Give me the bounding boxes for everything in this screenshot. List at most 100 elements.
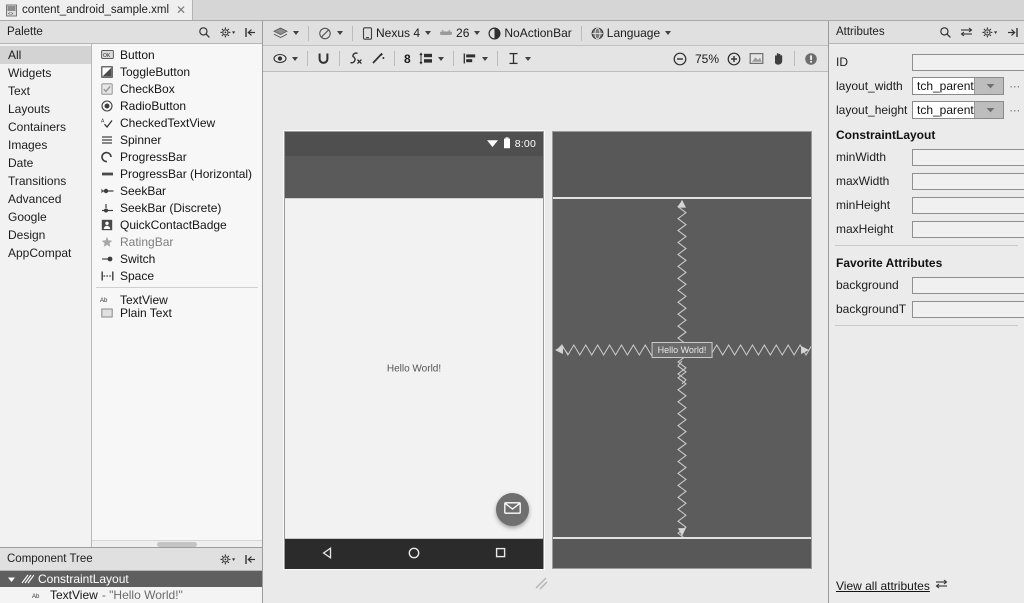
palette-item-switch[interactable]: Switch xyxy=(92,250,262,267)
gear-icon[interactable] xyxy=(219,26,236,39)
palette-item-list[interactable]: OK Button ToggleButton xyxy=(92,44,262,547)
left-panel: Palette All Widgets xyxy=(0,21,263,603)
collapse-panel-icon[interactable] xyxy=(244,26,257,39)
hand-icon[interactable] xyxy=(768,49,789,69)
palette-category-transitions[interactable]: Transitions xyxy=(0,172,91,190)
chevron-down-icon[interactable] xyxy=(974,102,1003,118)
search-icon[interactable] xyxy=(198,26,211,39)
warning-icon[interactable] xyxy=(800,49,822,69)
component-tree-header: Component Tree xyxy=(0,548,262,571)
tree-node-textview[interactable]: Ab TextView - "Hello World!" xyxy=(0,587,262,603)
default-margin-button[interactable]: 8 xyxy=(400,49,415,69)
palette-category-date[interactable]: Date xyxy=(0,154,91,172)
svg-text:<>: <> xyxy=(8,11,14,16)
minheight-field[interactable] xyxy=(912,197,1024,214)
tree-node-constraintlayout[interactable]: ConstraintLayout xyxy=(0,571,262,587)
palette-item-plaintext[interactable]: Plain Text xyxy=(92,308,262,318)
clear-constraints-button[interactable] xyxy=(345,49,367,69)
zoom-fit-button[interactable] xyxy=(745,49,768,69)
layout-height-combo[interactable]: tch_parent xyxy=(912,101,1004,119)
minwidth-field[interactable] xyxy=(912,149,1024,166)
canvas-resize-handle[interactable] xyxy=(533,575,549,591)
design-mode-button[interactable] xyxy=(269,23,303,43)
search-icon[interactable] xyxy=(939,26,952,39)
more-options-icon[interactable]: ⋯ xyxy=(1008,104,1022,117)
api-level-button[interactable]: 26 xyxy=(435,23,484,43)
palette-item-textview[interactable]: Ab TextView xyxy=(92,291,262,308)
palette-item-button[interactable]: OK Button xyxy=(92,46,262,63)
nav-back-button[interactable] xyxy=(321,546,335,563)
palette-item-togglebutton[interactable]: ToggleButton xyxy=(92,63,262,80)
palette-category-layouts[interactable]: Layouts xyxy=(0,100,91,118)
palette-category-all[interactable]: All xyxy=(0,46,91,64)
palette-item-progressbar-horizontal[interactable]: ProgressBar (Horizontal) xyxy=(92,165,262,182)
palette-category-list[interactable]: All Widgets Text Layouts Containers Imag… xyxy=(0,44,92,547)
palette-item-checkbox[interactable]: CheckBox xyxy=(92,80,262,97)
nav-recents-button[interactable] xyxy=(494,546,507,562)
zoom-in-button[interactable] xyxy=(723,49,745,69)
toggle-view-icon[interactable] xyxy=(935,578,948,593)
battery-icon xyxy=(503,137,511,152)
infer-constraints-button[interactable] xyxy=(367,49,389,69)
palette-category-images[interactable]: Images xyxy=(0,136,91,154)
id-field[interactable] xyxy=(912,54,1024,71)
design-canvas[interactable]: 8:00 Hello World! xyxy=(263,72,828,603)
palette-item-spinner[interactable]: Spinner xyxy=(92,131,262,148)
palette-item-checkedtextview[interactable]: A CheckedTextView xyxy=(92,114,262,131)
view-all-attributes-link[interactable]: View all attributes xyxy=(836,579,930,593)
palette-category-advanced[interactable]: Advanced xyxy=(0,190,91,208)
orientation-button[interactable] xyxy=(314,23,347,43)
more-options-icon[interactable]: ⋯ xyxy=(1008,80,1022,93)
close-icon[interactable]: ✕ xyxy=(176,4,186,16)
palette-item-space[interactable]: Space xyxy=(92,267,262,284)
attributes-title: Attributes xyxy=(836,26,939,38)
gear-icon[interactable] xyxy=(981,26,998,39)
device-content-area[interactable]: Hello World! xyxy=(285,198,543,539)
palette-item-progressbar[interactable]: ProgressBar xyxy=(92,148,262,165)
blueprint-widget-textview[interactable]: Hello World! xyxy=(652,342,713,358)
guidelines-button[interactable] xyxy=(503,49,535,69)
palette-category-design[interactable]: Design xyxy=(0,226,91,244)
collapse-panel-icon[interactable] xyxy=(244,553,257,566)
palette-item-label: Button xyxy=(120,48,155,62)
attribute-label: background xyxy=(836,278,908,292)
palette-category-appcompat[interactable]: AppCompat xyxy=(0,244,91,262)
togglebutton-icon xyxy=(100,65,114,79)
palette-item-ratingbar[interactable]: RatingBar xyxy=(92,233,262,250)
toggle-view-icon[interactable] xyxy=(960,26,973,38)
textview-icon: Ab xyxy=(100,293,114,307)
palette-item-seekbar-discrete[interactable]: SeekBar (Discrete) xyxy=(92,199,262,216)
palette-category-google[interactable]: Google xyxy=(0,208,91,226)
background-field[interactable] xyxy=(912,277,1024,294)
palette-item-quickcontactbadge[interactable]: QuickContactBadge xyxy=(92,216,262,233)
backgroundtint-field[interactable] xyxy=(912,301,1024,318)
device-button[interactable]: Nexus 4 xyxy=(358,23,435,43)
maxheight-field[interactable] xyxy=(912,221,1024,238)
palette-category-text[interactable]: Text xyxy=(0,82,91,100)
blueprint-preview[interactable]: Hello World! xyxy=(552,131,812,569)
maxwidth-field[interactable] xyxy=(912,173,1024,190)
nav-home-button[interactable] xyxy=(407,546,421,563)
palette-category-widgets[interactable]: Widgets xyxy=(0,64,91,82)
show-constraints-button[interactable] xyxy=(269,49,302,69)
palette-item-seekbar[interactable]: SeekBar xyxy=(92,182,262,199)
device-preview[interactable]: 8:00 Hello World! xyxy=(284,131,544,569)
palette-item-radiobutton[interactable]: RadioButton xyxy=(92,97,262,114)
autoconnect-button[interactable] xyxy=(313,49,334,69)
language-button[interactable]: Language xyxy=(587,23,675,43)
layout-width-combo[interactable]: tch_parent xyxy=(912,77,1004,95)
gear-icon[interactable] xyxy=(219,553,236,566)
editor-tab-content-android-sample[interactable]: <> content_android_sample.xml ✕ xyxy=(0,0,193,20)
align-button[interactable] xyxy=(459,49,492,69)
device-navigation-bar[interactable] xyxy=(285,539,543,569)
component-tree-body[interactable]: ConstraintLayout Ab TextView - "Hello Wo… xyxy=(0,571,262,603)
palette-category-containers[interactable]: Containers xyxy=(0,118,91,136)
chevron-down-icon[interactable] xyxy=(6,574,16,584)
floating-action-button[interactable] xyxy=(496,493,529,526)
zoom-out-button[interactable] xyxy=(669,49,691,69)
pack-button[interactable] xyxy=(415,49,448,69)
theme-button[interactable]: NoActionBar xyxy=(484,23,575,43)
collapse-panel-icon[interactable] xyxy=(1006,26,1019,39)
palette-horizontal-scrollbar[interactable] xyxy=(92,540,262,547)
chevron-down-icon[interactable] xyxy=(974,78,1003,94)
